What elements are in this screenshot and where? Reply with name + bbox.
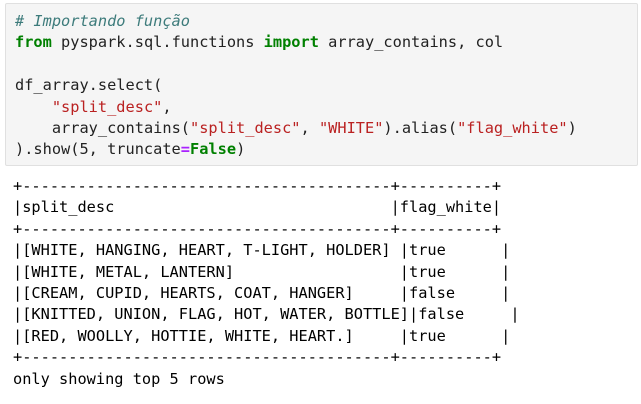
cell-output: +---------------------------------------… [13,176,520,390]
array-contains-call: array_contains( [51,119,190,138]
import-keyword: import [263,33,319,52]
import-names: array_contains, col [318,33,504,52]
output-text: +---------------------------------------… [13,176,520,390]
code-comment: # Importando função [15,12,190,30]
equals-operator: = [180,140,190,159]
table-row: |[WHITE, METAL, LANTERN] |true | [13,262,511,281]
table-border-top: +---------------------------------------… [13,177,502,195]
import-module: pyspark.sql.functions [51,33,264,52]
code-editor[interactable]: # Importando função from pyspark.sql.fun… [15,11,637,161]
show-call: ).show(5, truncate [15,140,181,159]
alias-call: ).alias( [383,119,458,138]
table-border-mid: +---------------------------------------… [13,219,502,238]
split-desc-arg-string: "split_desc" [190,119,301,138]
select-call: df_array.select( [15,76,163,95]
code-cell[interactable]: # Importando função from pyspark.sql.fun… [5,3,638,166]
from-keyword: from [15,33,52,52]
output-footer: only showing top 5 rows [13,369,225,388]
table-row: |[KNITTED, UNION, FLAG, HOT, WATER, BOTT… [13,305,520,324]
table-row: |[RED, WOOLLY, HOTTIE, WHITE, HEART.] |t… [13,326,511,345]
white-string: "WHITE" [318,119,384,138]
table-header-row: |split_desc |flag_white| [13,198,502,217]
split-desc-string: "split_desc" [51,97,163,116]
table-border-bottom: +---------------------------------------… [13,348,502,367]
flag-white-string: "flag_white" [457,119,568,138]
false-keyword: False [190,140,237,159]
table-row: |[WHITE, HANGING, HEART, T-LIGHT, HOLDER… [13,241,511,260]
table-row: |[CREAM, CUPID, HEARTS, COAT, HANGER] |f… [13,284,511,303]
